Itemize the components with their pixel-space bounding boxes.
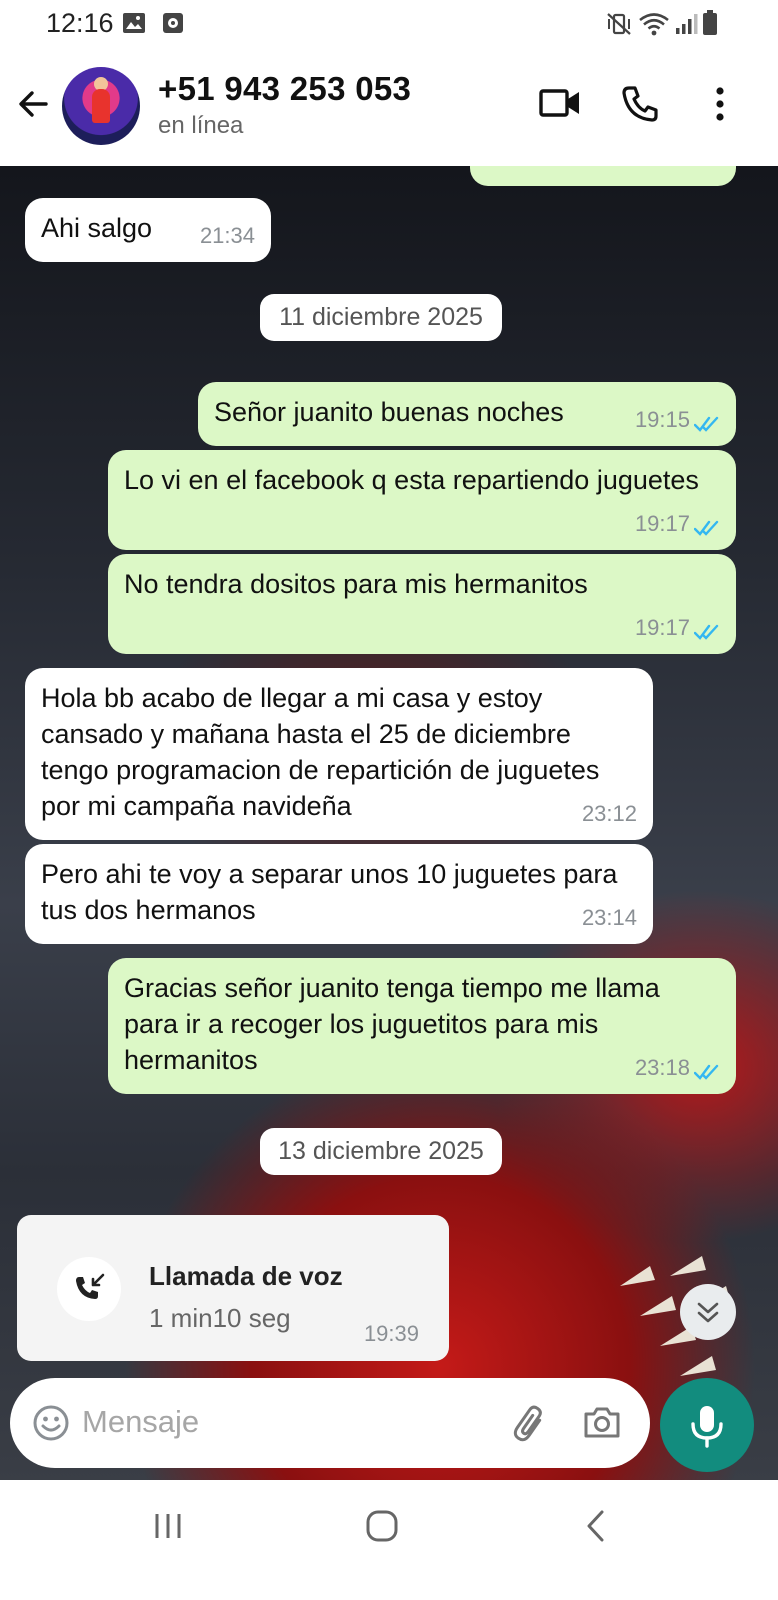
call-duration: 1 min10 seg (149, 1303, 291, 1333)
mic-icon (691, 1406, 723, 1448)
double-chevron-down-icon (697, 1302, 719, 1323)
vibrate-mute-icon (606, 12, 632, 41)
status-time: 12:16 (46, 8, 114, 38)
home-icon[interactable] (364, 1508, 400, 1549)
status-bar: 12:16 (0, 0, 778, 48)
emoji-icon[interactable] (32, 1404, 70, 1447)
chat-header: +51 943 253 053 en línea (0, 48, 778, 166)
scroll-to-bottom-button[interactable] (680, 1284, 736, 1340)
message-text: No tendra dositos para mis hermanitos (124, 569, 588, 599)
message-time: 23:14 (581, 905, 637, 930)
message-text: Lo vi en el facebook q esta repartiendo … (124, 465, 699, 495)
attach-icon[interactable] (510, 1402, 550, 1449)
message-text: Hola bb acabo de llegar a mi casa y esto… (41, 683, 600, 821)
signal-icon (674, 12, 698, 41)
message-composer[interactable]: Mensaje (10, 1378, 650, 1468)
message-time: 23:18 (634, 1055, 690, 1080)
message-time: 19:17 (634, 511, 690, 536)
battery-icon (702, 10, 718, 41)
message-bubble-partial[interactable] (470, 166, 736, 186)
message-time: 23:12 (581, 801, 637, 826)
message-time: 21:34 (199, 223, 255, 248)
message-text: Señor juanito buenas noches (214, 397, 564, 427)
voice-call-card[interactable]: Llamada de voz 1 min10 seg 19:39 (17, 1215, 449, 1361)
read-receipt-icon (694, 624, 719, 640)
message-time: 19:15 (634, 407, 690, 432)
message-incoming[interactable]: Ahi salgo 21:34 (25, 198, 271, 262)
call-time: 19:39 (363, 1321, 419, 1346)
notification-icon (162, 12, 184, 39)
camera-icon[interactable] (582, 1404, 622, 1445)
voice-call-icon[interactable] (620, 84, 660, 129)
video-call-icon[interactable] (538, 86, 582, 125)
contact-name[interactable]: +51 943 253 053 (158, 70, 411, 108)
back-arrow-icon[interactable] (14, 84, 54, 124)
avatar[interactable] (62, 67, 140, 145)
contact-status: en línea (158, 112, 244, 139)
read-receipt-icon (694, 416, 719, 432)
message-outgoing[interactable]: Gracias señor juanito tenga tiempo me ll… (108, 958, 736, 1094)
message-incoming[interactable]: Hola bb acabo de llegar a mi casa y esto… (25, 668, 653, 840)
message-incoming[interactable]: Pero ahi te voy a separar unos 10 juguet… (25, 844, 653, 944)
wifi-icon (638, 12, 670, 41)
call-title: Llamada de voz (149, 1261, 343, 1291)
message-outgoing[interactable]: No tendra dositos para mis hermanitos 19… (108, 554, 736, 654)
missed-call-indicator (57, 1257, 121, 1321)
message-outgoing[interactable]: Lo vi en el facebook q esta repartiendo … (108, 450, 736, 550)
incoming-call-icon (76, 1273, 105, 1299)
message-outgoing[interactable]: Señor juanito buenas noches 19:15 (198, 382, 736, 446)
date-separator: 13 diciembre 2025 (260, 1128, 502, 1175)
recent-apps-icon[interactable] (152, 1510, 184, 1547)
message-text: Ahi salgo (41, 213, 153, 243)
more-options-icon[interactable] (712, 86, 728, 127)
date-separator: 11 diciembre 2025 (260, 294, 502, 341)
image-icon (122, 12, 146, 39)
back-nav-icon[interactable] (580, 1508, 612, 1549)
read-receipt-icon (694, 1064, 719, 1080)
message-text: Pero ahi te voy a separar unos 10 juguet… (41, 859, 618, 925)
message-time: 19:17 (634, 615, 690, 640)
mic-button[interactable] (660, 1378, 754, 1472)
message-text: Gracias señor juanito tenga tiempo me ll… (124, 973, 660, 1075)
system-nav-bar (0, 1480, 778, 1600)
chat-background[interactable]: Ahi salgo 21:34 11 diciembre 2025 Señor … (0, 166, 778, 1508)
message-input[interactable]: Mensaje (82, 1404, 199, 1440)
read-receipt-icon (694, 520, 719, 536)
